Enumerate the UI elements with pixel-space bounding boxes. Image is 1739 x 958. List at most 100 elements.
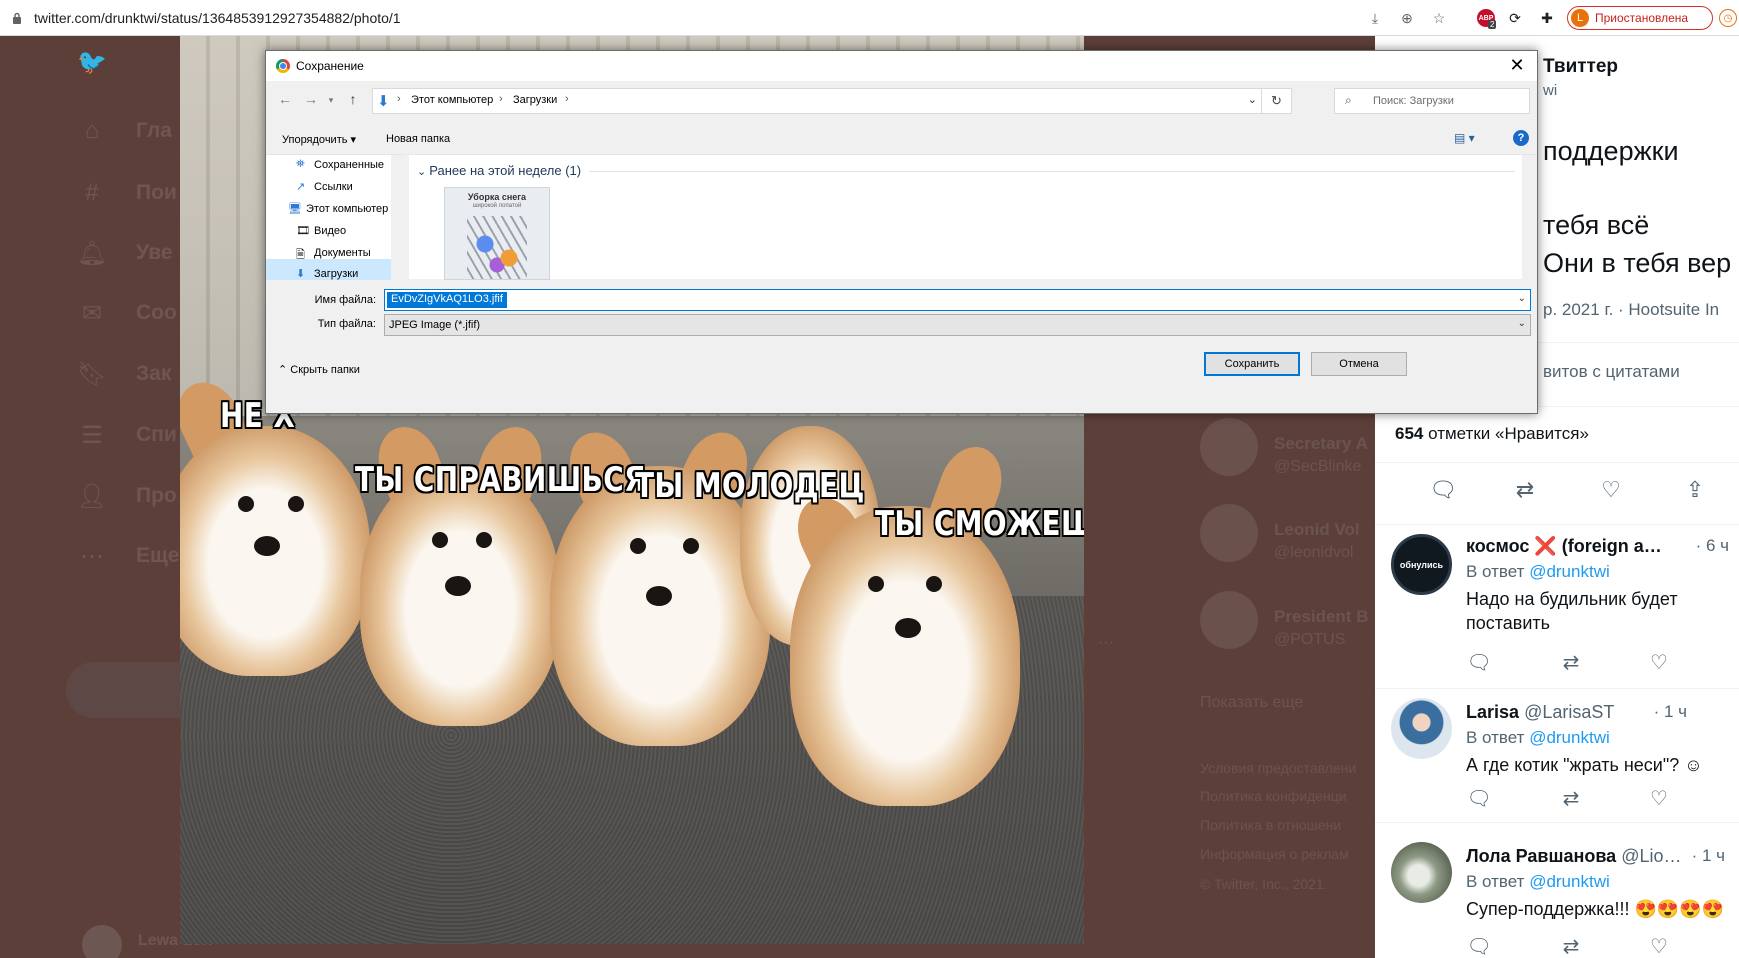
nav-home-label[interactable]: Гла xyxy=(136,119,172,143)
search-input[interactable]: ⌕ Поиск: Загрузки xyxy=(1334,88,1530,114)
bookmark-star-icon[interactable]: ☆ xyxy=(1429,8,1449,28)
avatar[interactable] xyxy=(1391,698,1452,759)
tree-item-this-pc[interactable]: Этот компьютер xyxy=(306,203,390,215)
reply-to-handle[interactable]: @drunktwi xyxy=(1529,872,1610,891)
refresh-icon[interactable]: ↻ xyxy=(1261,89,1291,113)
nav-profile-label[interactable]: Про xyxy=(136,484,177,508)
retweet-icon[interactable]: ⇄ xyxy=(1559,934,1583,958)
follow-avatar[interactable] xyxy=(1200,504,1258,562)
back-arrow-icon[interactable]: ← xyxy=(276,91,294,111)
organize-menu-button[interactable]: Упорядочить ▾ xyxy=(282,133,356,146)
retweet-icon[interactable]: ⇄ xyxy=(1511,476,1539,504)
hide-folders-toggle[interactable]: ⌃ Скрыть папки xyxy=(278,363,360,376)
lock-icon[interactable] xyxy=(12,12,22,24)
avatar[interactable]: обнулись xyxy=(1391,534,1452,595)
tweet-meta[interactable]: р. 2021 г. · Hootsuite In xyxy=(1543,300,1719,320)
breadcrumb-item[interactable]: Загрузки xyxy=(513,94,557,106)
follow-name[interactable]: Secretary A xyxy=(1274,434,1368,454)
show-more-link[interactable]: Показать еще xyxy=(1200,694,1303,712)
chevron-down-icon[interactable]: ⌄ xyxy=(1248,93,1257,106)
chevron-down-icon[interactable]: ⌄ xyxy=(1518,318,1526,329)
chevron-right-icon[interactable]: › xyxy=(499,93,503,105)
profile-button[interactable]: L Приостановлена xyxy=(1567,6,1713,30)
more-icon[interactable]: ⋯ xyxy=(78,542,106,570)
list-icon[interactable]: ☰ xyxy=(78,421,106,449)
dialog-titlebar[interactable]: Сохранение ✕ xyxy=(266,51,1537,81)
sync-extension-icon[interactable]: ⟳ xyxy=(1505,8,1525,28)
save-button[interactable]: Сохранить xyxy=(1204,352,1300,376)
retweet-icon[interactable]: ⇄ xyxy=(1559,786,1583,810)
reply-time[interactable]: · 1 ч xyxy=(1692,846,1725,866)
reply-icon[interactable]: 🗨︎ xyxy=(1429,476,1457,504)
follow-name[interactable]: Leonid Vol xyxy=(1274,520,1360,540)
view-options-icon[interactable]: ▤ ▾ xyxy=(1454,131,1475,145)
twitter-logo-icon[interactable]: 🐦 xyxy=(77,48,107,76)
forward-arrow-icon[interactable]: → xyxy=(302,91,320,111)
tree-scrollbar[interactable] xyxy=(391,155,406,280)
reply-to-handle[interactable]: @drunktwi xyxy=(1529,728,1610,747)
footer-link[interactable]: Политика в отношени xyxy=(1200,817,1341,833)
file-group-header[interactable]: ⌄ Ранее на этой неделе (1) xyxy=(417,163,581,178)
hashtag-icon[interactable]: # xyxy=(78,179,106,207)
tree-item-saved[interactable]: Сохраненные xyxy=(314,159,390,171)
extensions-puzzle-icon[interactable]: ✚ xyxy=(1537,8,1557,28)
footer-link[interactable]: Условия предоставлени xyxy=(1200,760,1356,776)
install-icon[interactable]: ⤓ xyxy=(1365,8,1385,28)
retweet-icon[interactable]: ⇄ xyxy=(1559,650,1583,674)
chevron-right-icon[interactable]: › xyxy=(565,93,569,105)
like-icon[interactable]: ♡ xyxy=(1647,934,1671,958)
reply-author[interactable]: космос ❌ (foreign a… xyxy=(1466,536,1662,557)
nav-bookmarks-label[interactable]: Зак xyxy=(136,362,171,386)
file-list-scrollbar[interactable] xyxy=(1522,155,1537,280)
share-icon[interactable]: ⇪ xyxy=(1681,476,1709,504)
url-field[interactable]: twitter.com/drunktwi/status/136485391292… xyxy=(34,10,401,26)
footer-link[interactable]: Политика конфиденци xyxy=(1200,788,1347,804)
reply-author[interactable]: Лола Равшанова @Lio… xyxy=(1466,846,1682,867)
zoom-icon[interactable]: ⊕ xyxy=(1397,8,1417,28)
follow-avatar[interactable] xyxy=(1200,591,1258,649)
bookmark-icon[interactable]: 🔖︎ xyxy=(77,360,107,388)
up-arrow-icon[interactable]: ↑ xyxy=(344,91,362,111)
nav-explore-label[interactable]: Пои xyxy=(136,181,177,205)
likes-link[interactable]: 654 отметки «Нравится» xyxy=(1395,424,1589,444)
address-breadcrumb[interactable]: ⬇ › Этот компьютер › Загрузки › ⌄ ↻ xyxy=(372,88,1292,114)
reply-to-handle[interactable]: @drunktwi xyxy=(1529,562,1610,581)
profile-icon[interactable]: 👤︎ xyxy=(77,482,107,510)
avatar[interactable] xyxy=(82,925,122,958)
new-folder-button[interactable]: Новая папка xyxy=(386,133,450,145)
chevron-right-icon[interactable]: › xyxy=(397,93,401,105)
like-icon[interactable]: ♡ xyxy=(1597,476,1625,504)
nav-messages-label[interactable]: Соо xyxy=(136,301,177,325)
like-icon[interactable]: ♡ xyxy=(1647,650,1671,674)
nav-lists-label[interactable]: Спи xyxy=(136,423,177,447)
reply-icon[interactable]: 🗨︎ xyxy=(1466,650,1491,674)
file-thumbnail[interactable]: Уборка снега широкой лопатой xyxy=(444,187,550,280)
reply-icon[interactable]: 🗨︎ xyxy=(1466,786,1491,810)
meme-caption: ТЫ СПРАВИШЬСЯ xyxy=(355,460,646,500)
breadcrumb-item[interactable]: Этот компьютер xyxy=(411,94,493,106)
avatar[interactable] xyxy=(1391,842,1452,903)
quote-tweets-link[interactable]: витов с цитатами xyxy=(1543,362,1680,382)
follow-avatar[interactable] xyxy=(1200,418,1258,476)
filename-field[interactable]: EvDvZIgVkAQ1LO3.jfif ⌄ xyxy=(384,289,1531,311)
like-icon[interactable]: ♡ xyxy=(1647,786,1671,810)
cancel-button[interactable]: Отмена xyxy=(1311,352,1407,376)
recent-dropdown-icon[interactable]: ▾ xyxy=(322,95,340,115)
nav-more-label[interactable]: Еще xyxy=(136,544,179,568)
footer-link[interactable]: Информация о реклам xyxy=(1200,846,1349,862)
reply-time[interactable]: · 1 ч xyxy=(1654,702,1687,722)
chevron-down-icon[interactable]: ⌄ xyxy=(1518,293,1526,304)
bell-icon[interactable]: 🔔︎ xyxy=(77,239,107,267)
more-options-icon[interactable]: ··· xyxy=(1098,634,1114,652)
help-icon[interactable]: ? xyxy=(1513,130,1529,146)
reply-icon[interactable]: 🗨︎ xyxy=(1466,934,1491,958)
nav-notifications-label[interactable]: Уве xyxy=(136,241,173,265)
home-icon[interactable]: ⌂ xyxy=(78,117,106,145)
close-icon[interactable]: ✕ xyxy=(1505,55,1529,77)
filetype-select[interactable]: JPEG Image (*.jfif) ⌄ xyxy=(384,314,1531,336)
update-icon[interactable]: ◷ xyxy=(1719,9,1737,27)
reply-author[interactable]: Larisa @LarisaST xyxy=(1466,702,1614,723)
reply-time[interactable]: · 6 ч xyxy=(1696,536,1729,556)
follow-name[interactable]: President B xyxy=(1274,607,1368,627)
mail-icon[interactable]: ✉ xyxy=(78,299,106,327)
